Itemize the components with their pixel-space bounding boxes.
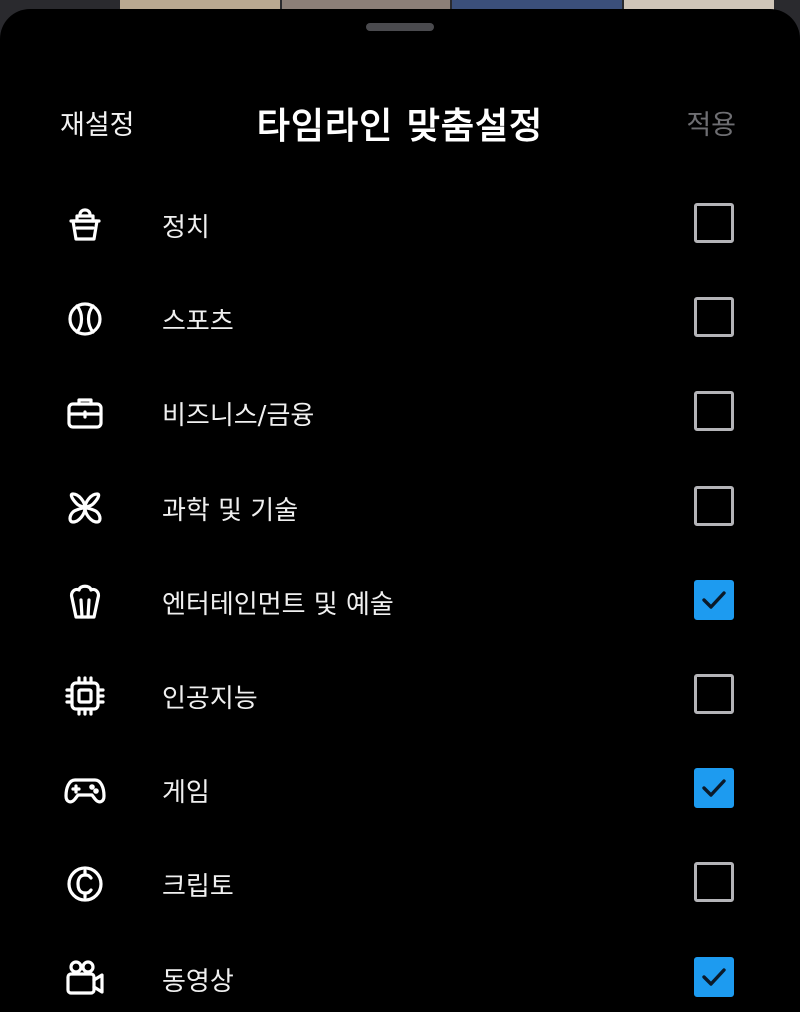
gamepad-icon: [61, 766, 109, 814]
topic-label: 게임: [162, 778, 210, 809]
topic-row-politics[interactable]: 정치: [0, 175, 800, 269]
crypto-coin-icon: [61, 860, 109, 908]
chip-icon: [61, 672, 109, 720]
sheet-title: 타임라인 맞춤설정: [256, 106, 544, 147]
briefcase-icon: [61, 389, 109, 437]
sheet-drag-handle[interactable]: [366, 23, 434, 31]
apply-button[interactable]: 적용: [686, 103, 736, 142]
topic-label: 과학 및 기술: [162, 495, 299, 526]
topic-checkbox[interactable]: [694, 579, 734, 620]
topic-checkbox[interactable]: [694, 862, 734, 903]
topic-label: 크립토: [162, 872, 234, 903]
topic-label: 정치: [162, 213, 210, 243]
topic-checkbox[interactable]: [694, 485, 734, 526]
topic-label: 스포츠: [162, 307, 234, 338]
topic-row-video[interactable]: 동영상: [0, 929, 800, 1012]
topic-checkbox[interactable]: [694, 297, 734, 338]
ballot-box-icon: [61, 201, 109, 249]
topic-row-ai[interactable]: 인공지능: [0, 646, 800, 740]
topic-checkbox[interactable]: [694, 673, 734, 714]
video-camera-icon: [61, 955, 109, 1003]
sheet-header: 재설정 타임라인 맞춤설정 적용: [0, 79, 800, 169]
topic-row-entertainment[interactable]: 엔터테인먼트 및 예술: [0, 552, 800, 646]
topic-row-science[interactable]: 과학 및 기술: [0, 458, 800, 552]
topic-label: 인공지능: [162, 683, 258, 714]
topic-row-gaming[interactable]: 게임: [0, 740, 800, 834]
topic-checkbox[interactable]: [694, 956, 734, 997]
topic-row-sports[interactable]: 스포츠: [0, 269, 800, 363]
topic-row-crypto[interactable]: 크립토: [0, 834, 800, 928]
topic-checkbox[interactable]: [694, 391, 734, 432]
topic-list: 정치 스포츠 비즈니스/금융 과학 및 기술 엔터테인먼트 및 예술 인공지능 …: [0, 175, 800, 1012]
customize-timeline-sheet: 재설정 타임라인 맞춤설정 적용 정치 스포츠 비즈니스/금융 과학 및 기술 …: [0, 9, 800, 1012]
topic-label: 엔터테인먼트 및 예술: [162, 589, 394, 620]
popcorn-icon: [61, 578, 109, 626]
atom-icon: [61, 484, 109, 532]
topic-label: 비즈니스/금융: [162, 401, 315, 432]
topic-label: 동영상: [162, 966, 234, 997]
topic-row-business[interactable]: 비즈니스/금융: [0, 363, 800, 457]
sports-ball-icon: [61, 295, 109, 343]
topic-checkbox[interactable]: [694, 203, 734, 243]
topic-checkbox[interactable]: [694, 768, 734, 809]
